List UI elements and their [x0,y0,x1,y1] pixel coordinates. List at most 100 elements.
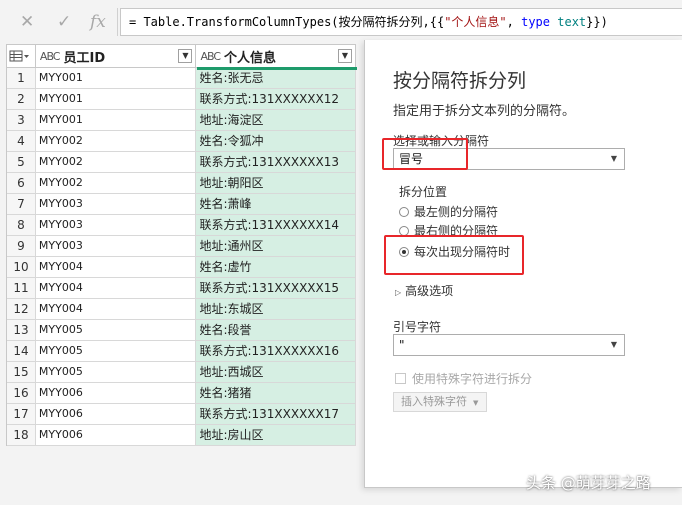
row-number[interactable]: 11 [7,278,36,298]
column-header-employee-id[interactable]: ABC 员工ID ▼ [36,45,197,67]
highlight-each-occurrence-annotation [384,235,524,275]
row-number[interactable]: 7 [7,194,36,214]
cell-employee-id[interactable]: MYY003 [36,194,197,214]
row-number[interactable]: 14 [7,341,36,361]
cell-personal-info[interactable]: 地址:通州区 [196,236,357,256]
table-row[interactable]: 6 MYY002 地址:朝阳区 [7,173,357,194]
cell-employee-id[interactable]: MYY006 [36,404,197,424]
radio-leftmost[interactable]: 最左侧的分隔符 [399,203,498,220]
table-row[interactable]: 8 MYY003 联系方式:131XXXXXX14 [7,215,357,236]
table-row[interactable]: 10 MYY004 姓名:虚竹 [7,257,357,278]
row-number[interactable]: 17 [7,404,36,424]
cell-employee-id[interactable]: MYY005 [36,362,197,382]
cell-personal-info[interactable]: 姓名:张无忌 [196,68,357,88]
formula-bar: ✕ ✓ fx = Table.TransformColumnTypes(按分隔符… [0,0,682,44]
table-row[interactable]: 17 MYY006 联系方式:131XXXXXX17 [7,404,357,425]
table-row[interactable]: 5 MYY002 联系方式:131XXXXXX13 [7,152,357,173]
cell-employee-id[interactable]: MYY002 [36,131,197,151]
cell-employee-id[interactable]: MYY001 [36,68,197,88]
row-number[interactable]: 10 [7,257,36,277]
row-number[interactable]: 2 [7,89,36,109]
row-number[interactable]: 5 [7,152,36,172]
check-icon[interactable]: ✓ [57,12,71,32]
row-number[interactable]: 12 [7,299,36,319]
cell-employee-id[interactable]: MYY004 [36,257,197,277]
cell-personal-info[interactable]: 联系方式:131XXXXXX16 [196,341,357,361]
cell-employee-id[interactable]: MYY004 [36,299,197,319]
table-menu-button[interactable] [7,45,36,67]
cell-employee-id[interactable]: MYY005 [36,341,197,361]
table-row[interactable]: 3 MYY001 地址:海淀区 [7,110,357,131]
cell-employee-id[interactable]: MYY001 [36,89,197,109]
row-number[interactable]: 15 [7,362,36,382]
cell-personal-info[interactable]: 地址:朝阳区 [196,173,357,193]
column-header-personal-info[interactable]: ABC 个人信息 ▼ [196,45,356,67]
table-row[interactable]: 11 MYY004 联系方式:131XXXXXX15 [7,278,357,299]
row-number[interactable]: 8 [7,215,36,235]
cell-personal-info[interactable]: 姓名:萧峰 [196,194,357,214]
cell-employee-id[interactable]: MYY002 [36,152,197,172]
radio-label: 最左侧的分隔符 [414,205,499,219]
checkbox-icon[interactable] [395,373,406,384]
table-row[interactable]: 1 MYY001 姓名:张无忌 [7,68,357,89]
cell-personal-info[interactable]: 姓名:虚竹 [196,257,357,277]
row-number[interactable]: 1 [7,68,36,88]
cell-personal-info[interactable]: 地址:海淀区 [196,110,357,130]
row-number[interactable]: 4 [7,131,36,151]
table-row[interactable]: 12 MYY004 地址:东城区 [7,299,357,320]
cell-personal-info[interactable]: 联系方式:131XXXXXX13 [196,152,357,172]
cell-employee-id[interactable]: MYY002 [36,173,197,193]
text-type-icon[interactable]: ABC [40,50,61,63]
table-row[interactable]: 15 MYY005 地址:西城区 [7,362,357,383]
table-row[interactable]: 14 MYY005 联系方式:131XXXXXX16 [7,341,357,362]
cell-employee-id[interactable]: MYY006 [36,383,197,403]
cell-personal-info[interactable]: 联系方式:131XXXXXX12 [196,89,357,109]
selected-column-indicator [197,67,357,70]
cell-personal-info[interactable]: 联系方式:131XXXXXX17 [196,404,357,424]
column-header-label: 个人信息 [224,50,277,66]
cell-employee-id[interactable]: MYY004 [36,278,197,298]
cell-employee-id[interactable]: MYY006 [36,425,197,445]
quote-char-select[interactable]: " ▼ [393,334,625,356]
row-number[interactable]: 18 [7,425,36,445]
special-chars-checkbox[interactable]: 使用特殊字符进行拆分 [395,370,532,387]
text-type-icon[interactable]: ABC [200,50,221,63]
filter-dropdown-icon[interactable]: ▼ [178,49,193,63]
table-row[interactable]: 7 MYY003 姓名:萧峰 [7,194,357,215]
row-number[interactable]: 13 [7,320,36,340]
table-row[interactable]: 4 MYY002 姓名:令狐冲 [7,131,357,152]
cell-employee-id[interactable]: MYY003 [36,215,197,235]
cell-employee-id[interactable]: MYY001 [36,110,197,130]
cell-personal-info[interactable]: 地址:东城区 [196,299,357,319]
close-icon[interactable]: ✕ [20,12,34,32]
table-row[interactable]: 9 MYY003 地址:通州区 [7,236,357,257]
table-row[interactable]: 18 MYY006 地址:房山区 [7,425,357,446]
row-number[interactable]: 9 [7,236,36,256]
cell-personal-info[interactable]: 联系方式:131XXXXXX15 [196,278,357,298]
table-row[interactable]: 16 MYY006 姓名:猪猪 [7,383,357,404]
row-number[interactable]: 6 [7,173,36,193]
cell-employee-id[interactable]: MYY005 [36,320,197,340]
cell-personal-info[interactable]: 联系方式:131XXXXXX14 [196,215,357,235]
cell-personal-info[interactable]: 姓名:段誉 [196,320,357,340]
cell-personal-info[interactable]: 地址:西城区 [196,362,357,382]
cell-personal-info[interactable]: 地址:房山区 [196,425,357,445]
cell-personal-info[interactable]: 姓名:猪猪 [196,383,357,403]
formula-keyword: type [521,15,551,29]
filter-dropdown-icon[interactable]: ▼ [338,49,352,63]
table-row[interactable]: 2 MYY001 联系方式:131XXXXXX12 [7,89,357,110]
row-number[interactable]: 3 [7,110,36,130]
formula-suffix: }}) [586,15,608,29]
highlight-delimiter-annotation [382,138,468,170]
formula-input[interactable]: = Table.TransformColumnTypes(按分隔符拆分列,{{"… [120,8,682,36]
fx-icon[interactable]: fx [90,12,106,32]
radio-button-icon[interactable] [399,225,409,236]
advanced-options-toggle[interactable]: ▷ 高级选项 [395,282,453,299]
row-number[interactable]: 16 [7,383,36,403]
cell-personal-info[interactable]: 姓名:令狐冲 [196,131,357,151]
table-row[interactable]: 13 MYY005 姓名:段誉 [7,320,357,341]
formula-type: text [557,15,587,29]
cell-employee-id[interactable]: MYY003 [36,236,197,256]
radio-button-icon[interactable] [399,206,409,217]
insert-special-char-button[interactable]: 插入特殊字符 ▼ [393,392,487,412]
